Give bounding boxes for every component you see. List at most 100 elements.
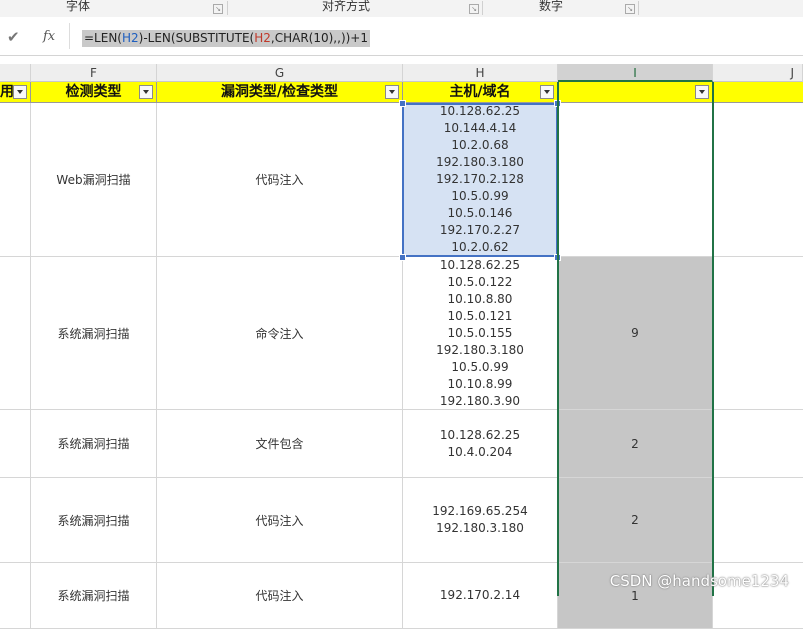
cell-host-list[interactable]: 10.128.62.25 10.4.0.204 — [403, 410, 558, 478]
cell-j[interactable] — [713, 103, 803, 257]
cell-j[interactable] — [713, 410, 803, 478]
cell-e[interactable] — [0, 410, 31, 478]
resize-handle[interactable] — [554, 254, 561, 261]
host-entry: 192.180.3.180 — [436, 155, 524, 169]
ribbon-group-alignment: 对齐方式 ↘ — [228, 0, 481, 17]
formula-part: =LEN( — [84, 31, 122, 45]
cell-detect-type[interactable]: 系统漏洞扫描 — [31, 478, 157, 563]
host-list: 10.128.62.25 10.5.0.122 10.10.8.80 10.5.… — [436, 257, 524, 409]
cell-host-list[interactable]: 192.170.2.14 — [403, 563, 558, 629]
column-header-i[interactable]: I — [558, 64, 713, 82]
header-cell-host[interactable]: 主机/域名 — [403, 82, 558, 103]
header-detect-type-label: 检测类型 — [65, 84, 122, 100]
cell-vuln-type[interactable]: 文件包含 — [157, 410, 403, 478]
host-entry: 192.180.3.180 — [436, 521, 524, 535]
host-entry: 192.169.65.254 — [432, 504, 528, 518]
cell-vuln-type[interactable]: 代码注入 — [157, 103, 403, 257]
cell-vuln-type[interactable]: 命令注入 — [157, 257, 403, 410]
cell-detect-type[interactable]: Web漏洞扫描 — [31, 103, 157, 257]
filter-dropdown-icon[interactable] — [540, 85, 554, 99]
cell-count[interactable]: 2 — [558, 478, 713, 563]
cell-e[interactable] — [0, 563, 31, 629]
host-list: 10.128.62.25 10.4.0.204 — [440, 427, 520, 461]
host-entry: 10.128.62.25 — [439, 104, 521, 118]
number-dialog-launcher-icon[interactable]: ↘ — [625, 4, 635, 14]
filter-dropdown-icon[interactable] — [13, 85, 27, 99]
host-entry: 192.170.2.27 — [439, 223, 521, 237]
header-cell-vuln-type[interactable]: 漏洞类型/检查类型 — [157, 82, 403, 103]
cell-host-list[interactable]: 192.169.65.254 192.180.3.180 — [403, 478, 558, 563]
cell-detect-type[interactable]: 系统漏洞扫描 — [31, 410, 157, 478]
ribbon-group-font: 字体 ↘ — [0, 0, 225, 17]
cell-vuln-type[interactable]: 代码注入 — [157, 478, 403, 563]
column-header-f[interactable]: F — [31, 64, 157, 82]
insert-function-icon[interactable]: fx — [43, 29, 55, 44]
host-entry: 192.180.3.180 — [436, 342, 524, 357]
host-entry: 10.10.8.99 — [447, 376, 513, 391]
host-entry: 10.128.62.25 — [439, 427, 521, 442]
filter-dropdown-icon[interactable] — [139, 85, 153, 99]
cell-e[interactable] — [0, 257, 31, 410]
host-list: 192.169.65.254 192.180.3.180 — [432, 503, 527, 537]
ribbon-group-alignment-label: 对齐方式 — [322, 0, 371, 13]
header-cell-i[interactable] — [558, 82, 713, 103]
resize-handle[interactable] — [399, 100, 406, 107]
ribbon-group-number: 数字 ↘ — [483, 0, 638, 17]
header-cell-e-label: 用 — [0, 84, 14, 100]
formula-part: )-LEN(SUBSTITUTE( — [138, 31, 255, 45]
cell-count[interactable]: 2 — [558, 410, 713, 478]
formula-bar-divider — [69, 23, 70, 49]
formula-part: ,CHAR(10), — [270, 31, 338, 45]
formula-bar: ✔ fx =LEN(H2)-LEN(SUBSTITUTE(H2,CHAR(10)… — [0, 17, 803, 56]
host-entry: 10.5.0.121 — [447, 308, 513, 323]
font-dialog-launcher-icon[interactable]: ↘ — [213, 4, 223, 14]
cell-j[interactable] — [713, 257, 803, 410]
ribbon-group-number-label: 数字 — [539, 0, 564, 13]
watermark-text: CSDN @handsome1234 — [609, 572, 789, 590]
cell-e[interactable] — [0, 478, 31, 563]
column-header-e[interactable] — [0, 64, 31, 82]
host-entry: 10.4.0.204 — [447, 444, 513, 459]
host-entry: 192.180.3.90 — [439, 393, 521, 408]
column-header-h[interactable]: H — [403, 64, 558, 82]
formula-cell-ref: H2 — [254, 31, 271, 45]
cell-count[interactable]: 9 — [558, 257, 713, 410]
filter-dropdown-icon[interactable] — [385, 85, 399, 99]
filter-dropdown-icon[interactable] — [695, 85, 709, 99]
spreadsheet-grid: F G H I J 用 检测类型 漏洞类型/检查类型 主机/域名 Web漏洞扫描… — [0, 64, 803, 629]
host-entry: 10.5.0.99 — [451, 189, 509, 203]
host-entry: 10.5.0.122 — [447, 274, 513, 289]
column-header-j[interactable]: J — [713, 64, 803, 82]
host-entry: 10.5.0.155 — [447, 325, 513, 340]
resize-handle[interactable] — [554, 100, 561, 107]
ribbon-separator — [638, 1, 639, 15]
header-host-label: 主机/域名 — [449, 84, 511, 100]
ribbon-group-font-label: 字体 — [66, 0, 91, 13]
header-cell-detect-type[interactable]: 检测类型 — [31, 82, 157, 103]
host-entry: 10.10.8.80 — [447, 291, 513, 306]
header-cell-j[interactable] — [713, 82, 803, 103]
cell-j[interactable] — [713, 478, 803, 563]
host-entry: 192.170.2.128 — [436, 172, 524, 186]
cell-host-list[interactable]: 10.128.62.25 10.5.0.122 10.10.8.80 10.5.… — [403, 257, 558, 410]
cell-detect-type[interactable]: 系统漏洞扫描 — [31, 257, 157, 410]
column-header-g[interactable]: G — [157, 64, 403, 82]
header-cell-e[interactable]: 用 — [0, 82, 31, 103]
host-entry: 10.144.4.14 — [443, 121, 517, 135]
ribbon-group-labels: 字体 ↘ 对齐方式 ↘ 数字 ↘ — [0, 0, 803, 18]
formula-cell-ref: H2 — [121, 31, 139, 45]
checkmark-icon[interactable]: ✔ — [7, 28, 20, 46]
formula-input[interactable]: =LEN(H2)-LEN(SUBSTITUTE(H2,CHAR(10),,))+… — [82, 30, 370, 47]
resize-handle[interactable] — [399, 254, 406, 261]
cell-count[interactable] — [558, 103, 713, 257]
cell-detect-type[interactable]: 系统漏洞扫描 — [31, 563, 157, 629]
host-entry: 10.5.0.99 — [451, 359, 509, 374]
cell-host-list[interactable]: 10.128.62.25 10.144.4.14 10.2.0.68 192.1… — [403, 103, 558, 257]
host-entry: 10.2.0.68 — [451, 138, 509, 152]
alignment-dialog-launcher-icon[interactable]: ↘ — [469, 4, 479, 14]
cell-e[interactable] — [0, 103, 31, 257]
cell-vuln-type[interactable]: 代码注入 — [157, 563, 403, 629]
host-entry: 10.2.0.62 — [451, 240, 509, 254]
host-entry: 10.5.0.146 — [447, 206, 513, 220]
formula-part: ))+1 — [340, 31, 368, 45]
